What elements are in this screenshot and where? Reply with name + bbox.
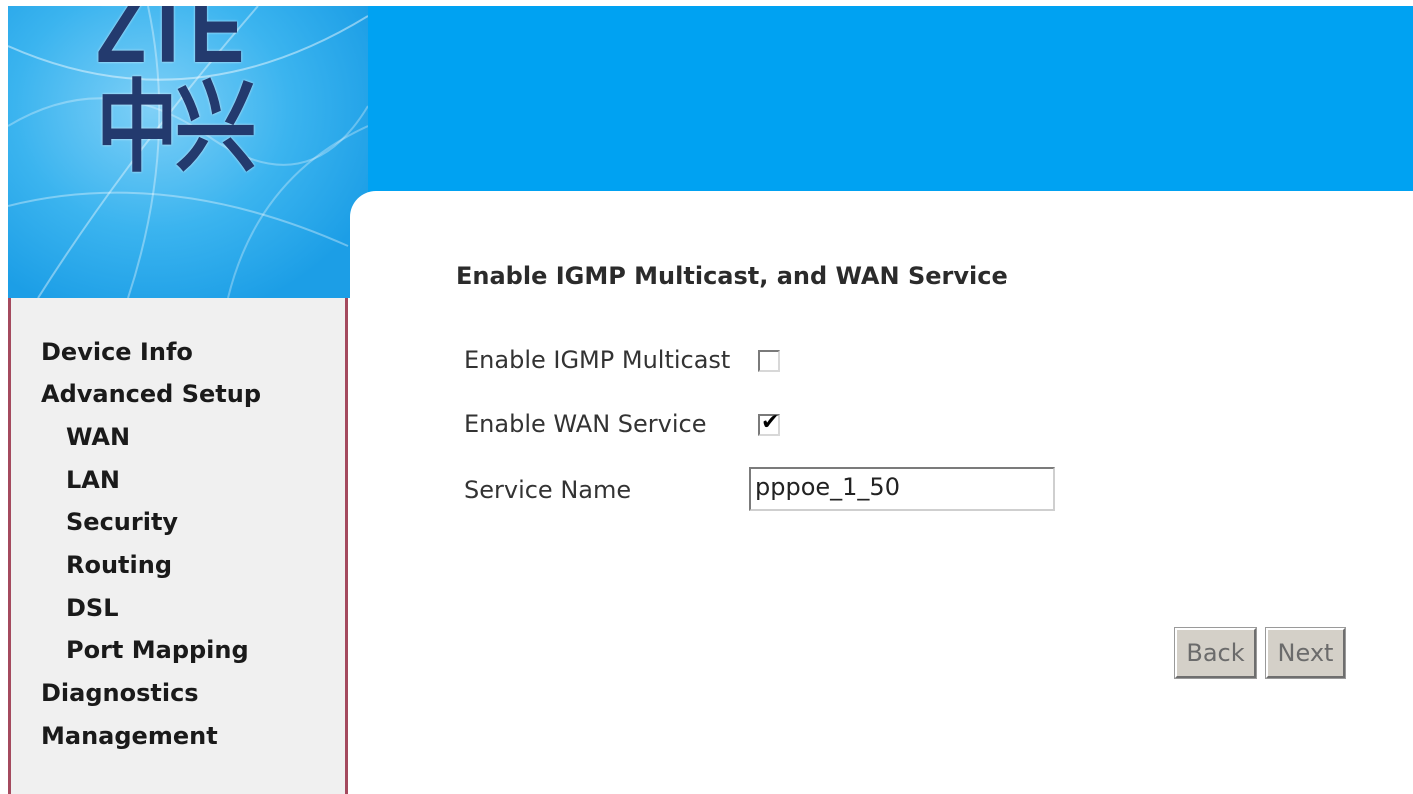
left-frame	[0, 0, 8, 794]
page-title: Enable IGMP Multicast, and WAN Service	[456, 262, 1008, 290]
sidebar-item-routing[interactable]: Routing	[66, 551, 172, 579]
sidebar-item-advanced-setup[interactable]: Advanced Setup	[41, 380, 261, 408]
zte-logo: ZTE中兴	[96, 6, 368, 178]
back-button[interactable]: Back	[1174, 627, 1257, 679]
wan-service-checkbox[interactable]: ✔	[758, 410, 780, 436]
sidebar-item-lan[interactable]: LAN	[66, 466, 120, 494]
sidebar-item-security[interactable]: Security	[66, 508, 178, 536]
sidebar-item-port-mapping[interactable]: Port Mapping	[66, 636, 249, 664]
header-graphic: ZTE中兴	[8, 6, 368, 298]
checkmark-icon: ✔	[761, 410, 780, 435]
wan-service-label: Enable WAN Service	[464, 410, 707, 438]
sidebar-nav: Device Info Advanced Setup WAN LAN Secur…	[8, 298, 348, 794]
sidebar-item-management[interactable]: Management	[41, 722, 218, 750]
sidebar-item-dsl[interactable]: DSL	[66, 594, 119, 622]
sidebar-item-wan[interactable]: WAN	[66, 423, 130, 451]
igmp-multicast-label: Enable IGMP Multicast	[464, 346, 731, 374]
next-button[interactable]: Next	[1265, 627, 1346, 679]
sidebar-item-device-info[interactable]: Device Info	[41, 338, 193, 366]
service-name-label: Service Name	[464, 476, 632, 504]
service-name-input[interactable]: pppoe_1_50	[749, 467, 1055, 511]
logo-text: ZTE中兴	[96, 6, 257, 184]
sidebar-item-diagnostics[interactable]: Diagnostics	[41, 679, 199, 707]
igmp-multicast-checkbox[interactable]	[758, 350, 780, 372]
